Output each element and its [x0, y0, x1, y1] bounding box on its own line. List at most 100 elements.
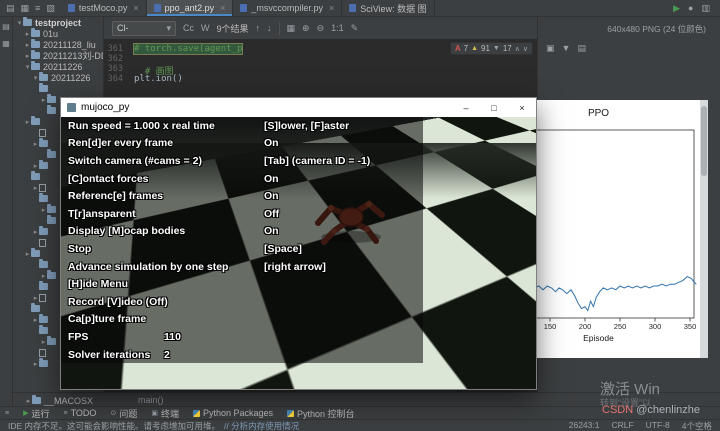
tab-close-icon[interactable]: ×	[133, 3, 138, 13]
run-icon[interactable]: ▶	[673, 3, 680, 14]
code-line[interactable]	[134, 54, 242, 64]
project-stripe-icon[interactable]: ▤	[2, 22, 10, 31]
python-icon	[192, 409, 200, 417]
folder-icon	[47, 105, 56, 114]
maximize-button[interactable]: □	[480, 98, 508, 117]
actual-size-button[interactable]: 1:1	[331, 23, 344, 33]
project-tree-item[interactable]: ▾ testproject	[13, 17, 103, 28]
chevron-icon: ▸	[33, 140, 38, 148]
breadcrumb[interactable]: main()	[138, 395, 164, 405]
tree-item-label: 20211213刘-DDQN	[43, 51, 103, 61]
mujoco-menu-row: Display [M]ocap bodies On	[61, 223, 423, 241]
zoom-in-icon[interactable]: ⊕	[302, 23, 310, 34]
chevron-down-icon[interactable]: ▾	[166, 23, 171, 34]
mujoco-menu-row: Run speed = 1.000 x real time [S]lower, […	[61, 117, 423, 135]
status-token[interactable]: 26243:1	[569, 420, 600, 431]
chevron-icon: ▸	[41, 272, 46, 280]
editor-tab[interactable]: testMoco.py ×	[61, 0, 147, 16]
line-number[interactable]: 361	[104, 44, 128, 54]
tool-window-button[interactable]: ▣ 终端	[151, 407, 179, 420]
status-token[interactable]: UTF-8	[646, 420, 670, 431]
menu-icon[interactable]: ≡	[35, 3, 40, 13]
next-match-icon[interactable]: ↓	[267, 23, 272, 33]
tab-label: SciView: 数据 图	[360, 3, 427, 14]
line-number[interactable]: 363	[104, 64, 128, 74]
code-line[interactable]: # torch.save(agent_p	[132, 43, 244, 55]
tool-window-label: 终端	[160, 408, 179, 419]
python-icon	[287, 409, 295, 417]
mujoco-menu-row: Ren[d]er every frame On	[61, 135, 423, 153]
editor-tab[interactable]: _msvccompiler.py ×	[233, 0, 343, 16]
grid-icon[interactable]: ▦	[287, 23, 296, 34]
sciview-scrollbar[interactable]	[700, 100, 708, 358]
editor-tab[interactable]: ppo_ant2.py ×	[146, 0, 234, 16]
save-icon[interactable]: ▼	[562, 43, 571, 54]
structure-icon[interactable]: ▧	[46, 3, 55, 14]
results-count: 9个结果	[216, 23, 249, 34]
debug-icon[interactable]: ●	[688, 3, 693, 13]
tab-close-icon[interactable]: ×	[329, 3, 334, 13]
gear-icon[interactable]: ▤	[577, 43, 586, 54]
code-line[interactable]: plt.ion()	[134, 74, 242, 84]
menu-row-value: On	[264, 137, 279, 150]
folder-icon	[47, 215, 56, 224]
tool-window-button[interactable]: Python 控制台	[287, 407, 355, 420]
prev-inspection-icon[interactable]: ∧	[515, 45, 520, 53]
line-number[interactable]: 364	[104, 74, 128, 84]
folder-icon	[47, 270, 56, 279]
next-inspection-icon[interactable]: ∨	[523, 45, 528, 53]
folder-icon	[47, 204, 56, 213]
folder-icon	[39, 138, 48, 147]
tool-window-button[interactable]: Python Packages	[192, 407, 273, 420]
project-view-icon[interactable]: ▦	[21, 3, 30, 14]
editor-tab[interactable]: SciView: 数据 图	[342, 0, 435, 16]
bookmarks-stripe-icon[interactable]: ▦	[2, 39, 10, 48]
window-controls: – □ ×	[452, 98, 536, 117]
status-token[interactable]: 4个空格	[682, 420, 712, 431]
search-input[interactable]: Cl- ▾	[112, 20, 176, 36]
project-tree-item[interactable]: ▸ 01u	[13, 28, 103, 39]
project-tree-item[interactable]: ▸ __MACOSX	[25, 395, 93, 406]
project-tree-item[interactable]: ▾ 20211226	[13, 61, 103, 72]
tool-window-button[interactable]: ▶ 运行	[23, 407, 49, 420]
tool-window-button[interactable]: ≡ TODO	[64, 407, 97, 420]
more-tools-icon[interactable]: ▥	[701, 3, 710, 14]
mujoco-viewport[interactable]: Run speed = 1.000 x real time [S]lower, […	[61, 117, 536, 389]
project-tree-item[interactable]: ▾ 20211226	[13, 72, 103, 83]
folder-icon	[31, 39, 40, 48]
menu-icon[interactable]: ≡	[5, 410, 9, 417]
scrollbar-thumb[interactable]	[701, 106, 707, 176]
refresh-icon[interactable]: ▣	[546, 43, 555, 54]
menu-row-label: Stop	[68, 242, 92, 255]
inspections-widget[interactable]: A 7 ▲ 91 ▼ 17 ∧ ∨	[449, 42, 533, 55]
x-tick-label: 350	[684, 322, 697, 331]
tab-close-icon[interactable]: ×	[220, 3, 225, 13]
mujoco-menu-row: Ca[p]ture frame	[61, 311, 423, 329]
words-toggle[interactable]: W	[201, 23, 210, 33]
close-button[interactable]: ×	[508, 98, 536, 117]
chevron-icon: ▸	[41, 338, 46, 346]
line-number[interactable]: 362	[104, 54, 128, 64]
menu-row-label: FPS	[68, 330, 89, 343]
tool-window-button[interactable]: ⊙ 问题	[110, 407, 137, 420]
code-line[interactable]: # 画图	[134, 64, 242, 77]
mujoco-title-bar[interactable]: mujoco_py – □ ×	[61, 98, 536, 117]
status-token[interactable]: CRLF	[611, 420, 633, 431]
folder-icon	[31, 50, 40, 59]
match-case-toggle[interactable]: Cc	[183, 23, 194, 33]
project-tree-item[interactable]: ▸ 20211213刘-DDQN	[13, 50, 103, 61]
project-tree-item[interactable]	[13, 83, 103, 94]
zoom-out-icon[interactable]: ⊖	[317, 23, 325, 34]
axes-box	[526, 129, 695, 319]
chevron-icon: ▾	[25, 63, 30, 71]
tool-window-label: TODO	[70, 408, 97, 418]
status-bar: IDE 内存不足。这可能会影响性能。请考虑增加可用堆。 // 分析内存使用情况 …	[0, 419, 720, 431]
settings-icon[interactable]: ▤	[6, 3, 15, 14]
menu-row-value: 110	[164, 330, 181, 343]
analyze-memory-link[interactable]: // 分析内存使用情况	[224, 420, 299, 431]
minimize-button[interactable]: –	[452, 98, 480, 117]
prev-match-icon[interactable]: ↑	[256, 23, 261, 33]
menu-row-value: 2	[164, 348, 170, 361]
edit-icon[interactable]: ✎	[351, 23, 359, 34]
chevron-icon: ▸	[25, 118, 30, 126]
